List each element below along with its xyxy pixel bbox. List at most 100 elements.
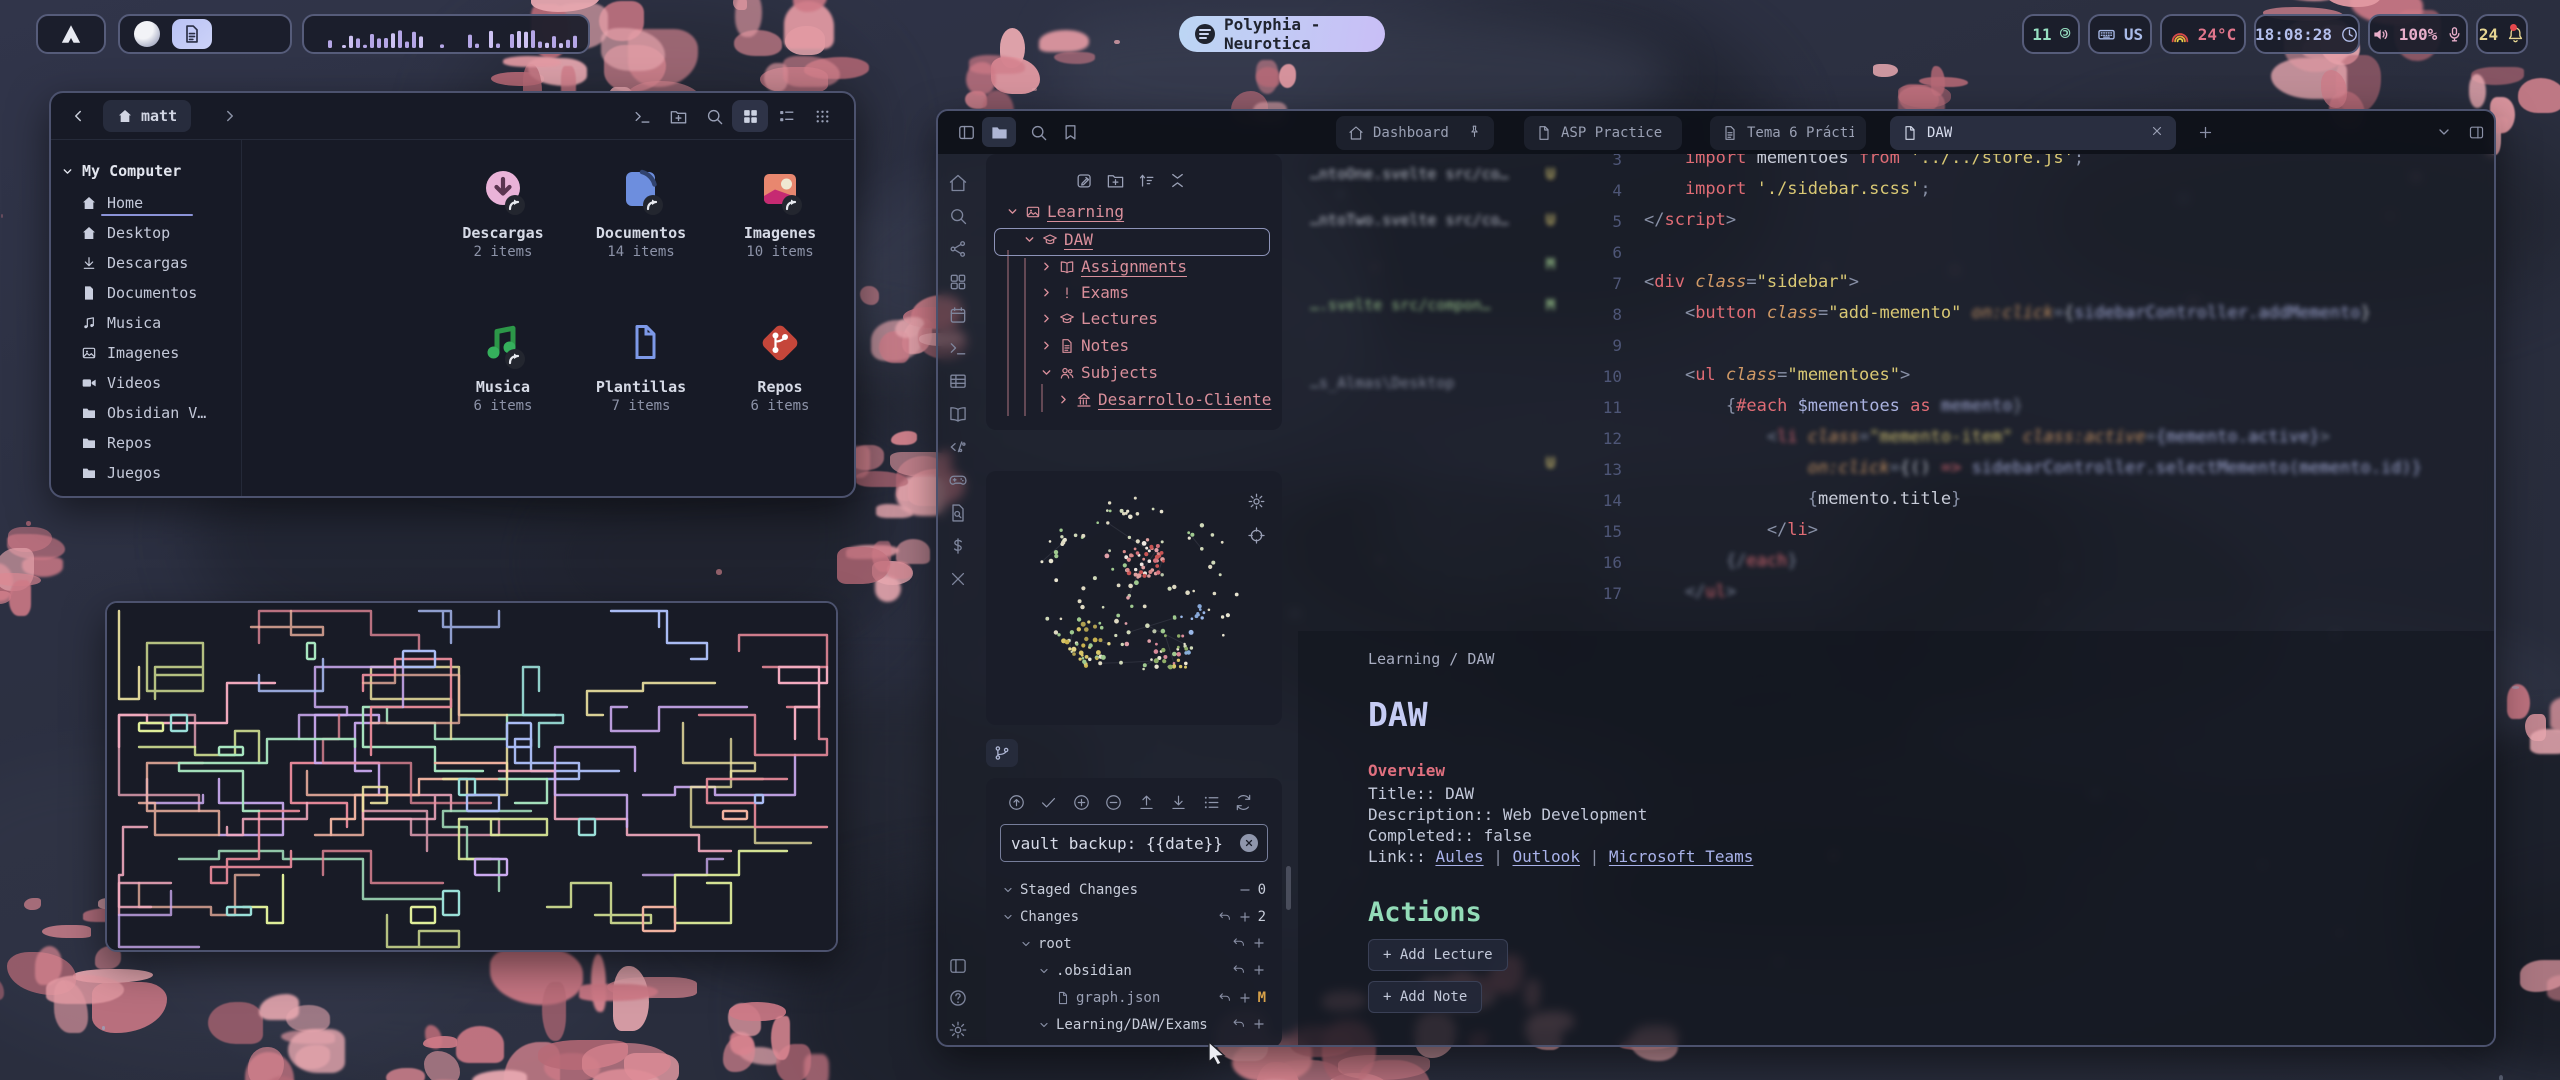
graph-crosshair-button[interactable] <box>1244 523 1268 547</box>
tab-list-chevron-button[interactable] <box>2430 117 2458 147</box>
tab-asp-practice-6[interactable]: ASP Practice 6 <box>1524 116 1682 150</box>
git-message-clear-button[interactable] <box>1240 834 1258 852</box>
ribbon-calendar-button[interactable] <box>946 303 970 327</box>
breadcrumb[interactable]: matt <box>103 100 191 132</box>
git-upload-button[interactable] <box>1134 790 1158 814</box>
toolbar-folder-plus-button[interactable] <box>660 100 696 132</box>
sidebar-item-descargas[interactable]: Descargas <box>81 254 188 272</box>
explorer-item-assignments[interactable]: Assignments <box>1040 257 1187 276</box>
sidebar-item-home[interactable]: Home <box>81 194 143 212</box>
explorer-item-learning[interactable]: Learning <box>1006 202 1124 221</box>
ribbon-panel-left-button[interactable] <box>946 954 970 978</box>
split-layout-button[interactable] <box>2462 117 2490 147</box>
toolbar-terminal-button[interactable] <box>624 100 660 132</box>
explorer-item-lectures[interactable]: Lectures <box>1040 309 1158 328</box>
folder-item-repos[interactable]: Repos 6 items <box>715 316 845 414</box>
explorer-item-daw[interactable]: DAW <box>1023 230 1093 249</box>
git-panel-tab[interactable] <box>986 739 1018 767</box>
folder-item-imagenes[interactable]: Imagenes 10 items <box>715 162 845 260</box>
firefox-icon[interactable] <box>134 21 160 47</box>
explorer-pencil-square-button[interactable] <box>1072 168 1096 192</box>
note-title[interactable]: DAW <box>1368 695 1428 734</box>
new-tab-button[interactable] <box>2190 117 2220 147</box>
git-row-staged-changes[interactable]: Staged Changes <box>1002 882 1138 898</box>
tray-weather[interactable]: 24°C <box>2160 14 2246 54</box>
sidebar-item-obsidianv[interactable]: Obsidian V… <box>81 404 206 422</box>
git-list-ul-button[interactable] <box>1199 790 1223 814</box>
forward-button[interactable] <box>215 101 245 131</box>
git-check-button[interactable] <box>1037 790 1061 814</box>
git-minus-circle-button[interactable] <box>1102 790 1126 814</box>
sidebar-item-desktop[interactable]: Desktop <box>81 224 170 242</box>
ribbon-layout-grid-button[interactable] <box>946 270 970 294</box>
back-button[interactable] <box>63 101 93 131</box>
ribbon-code-button[interactable] <box>946 435 970 459</box>
ribbon-gamepad-button[interactable] <box>946 468 970 492</box>
sidebar-item-juegos[interactable]: Juegos <box>81 464 161 482</box>
sidebar-resize-handle[interactable] <box>1286 866 1291 910</box>
search-icon-button[interactable] <box>1024 117 1052 147</box>
toolbar-grid-button[interactable] <box>732 100 768 132</box>
graph-gear-button[interactable] <box>1244 489 1268 513</box>
ribbon-gear-button[interactable] <box>946 1018 970 1042</box>
ribbon-home-button[interactable] <box>946 171 970 195</box>
sidebar-item-imagenes[interactable]: Imagenes <box>81 344 179 362</box>
folder-item-documentos[interactable]: Documentos 14 items <box>576 162 706 260</box>
git-row-learning-daw-exams[interactable]: Learning/DAW/Exams <box>1038 1017 1208 1033</box>
ribbon-dollar-button[interactable] <box>946 534 970 558</box>
bookmark-icon-button[interactable] <box>1056 117 1084 147</box>
ribbon-table-button[interactable] <box>946 369 970 393</box>
sidebar-item-repos[interactable]: Repos <box>81 434 152 452</box>
git-download-tray-button[interactable] <box>1167 790 1191 814</box>
ribbon-search-button[interactable] <box>946 204 970 228</box>
graph-view[interactable] <box>986 471 1282 725</box>
explorer-item-desarrollo-cliente[interactable]: Desarrollo-Cliente <box>1057 390 1271 409</box>
tray-updates[interactable]: 11© <box>2022 14 2080 54</box>
note-link-aules[interactable]: Aules <box>1435 847 1483 866</box>
launcher-button[interactable] <box>36 14 106 54</box>
media-widget[interactable]: Polyphia - Neurotica <box>1179 16 1385 52</box>
ribbon-git-fork-button[interactable] <box>946 237 970 261</box>
folder-item-descargas[interactable]: Descargas 2 items <box>438 162 568 260</box>
sidebar-item-musica[interactable]: Musica <box>81 314 161 332</box>
tray-notifications[interactable]: 24 <box>2476 14 2528 54</box>
tab-dashboard[interactable]: Dashboard <box>1336 116 1494 150</box>
tab-close-button[interactable] <box>2150 124 2164 142</box>
sidebar-item-videos[interactable]: Videos <box>81 374 161 392</box>
document-app-icon[interactable] <box>172 19 212 49</box>
sidebar-item-documentos[interactable]: Documentos <box>81 284 197 302</box>
tab-tema-6-pr-cticas-[interactable]: Tema 6 Prácticas -… <box>1710 116 1866 150</box>
folder-icon-button[interactable] <box>982 117 1016 147</box>
explorer-item-exams[interactable]: Exams <box>1040 283 1129 302</box>
explorer-sort-button[interactable] <box>1134 168 1158 192</box>
explorer-item-subjects[interactable]: Subjects <box>1040 363 1158 382</box>
git-refresh-button[interactable] <box>1232 790 1256 814</box>
tab-daw[interactable]: DAW <box>1890 116 2176 150</box>
note-link-outlook[interactable]: Outlook <box>1513 847 1580 866</box>
toolbar-list-button[interactable] <box>768 100 804 132</box>
panel-left-icon-button[interactable] <box>952 117 980 147</box>
explorer-item-notes[interactable]: Notes <box>1040 336 1129 355</box>
explorer-collapse-button[interactable] <box>1165 168 1189 192</box>
ribbon-terminal-button[interactable] <box>946 336 970 360</box>
note-button--add-note[interactable]: + Add Note <box>1368 981 1482 1013</box>
git-row-changes[interactable]: Changes <box>1002 909 1079 925</box>
git-row--obsidian[interactable]: .obsidian <box>1038 963 1132 979</box>
git-plus-circle-button[interactable] <box>1069 790 1093 814</box>
git-row-root[interactable]: root <box>1020 936 1072 952</box>
git-row-graph-json[interactable]: graph.json <box>1056 990 1160 1006</box>
explorer-folder-plus-button[interactable] <box>1103 168 1127 192</box>
folder-item-plantillas[interactable]: Plantillas 7 items <box>576 316 706 414</box>
ribbon-file-search-button[interactable] <box>946 501 970 525</box>
ribbon-tools-button[interactable] <box>946 567 970 591</box>
toolbar-search-button[interactable] <box>696 100 732 132</box>
ribbon-help-button[interactable] <box>946 986 970 1010</box>
folder-item-juegos[interactable]: Juegos 8 items <box>853 162 856 260</box>
git-up-circle-button[interactable] <box>1004 790 1028 814</box>
tray-volume[interactable]: 100% <box>2368 14 2468 54</box>
folder-item-videos[interactable]: Videos 4 items <box>853 316 856 414</box>
git-commit-message-input[interactable] <box>1000 824 1268 862</box>
note-breadcrumb[interactable]: Learning / DAW <box>1368 650 1494 668</box>
folder-item-musica[interactable]: Musica 6 items <box>438 316 568 414</box>
note-link-microsoft-teams[interactable]: Microsoft Teams <box>1609 847 1754 866</box>
